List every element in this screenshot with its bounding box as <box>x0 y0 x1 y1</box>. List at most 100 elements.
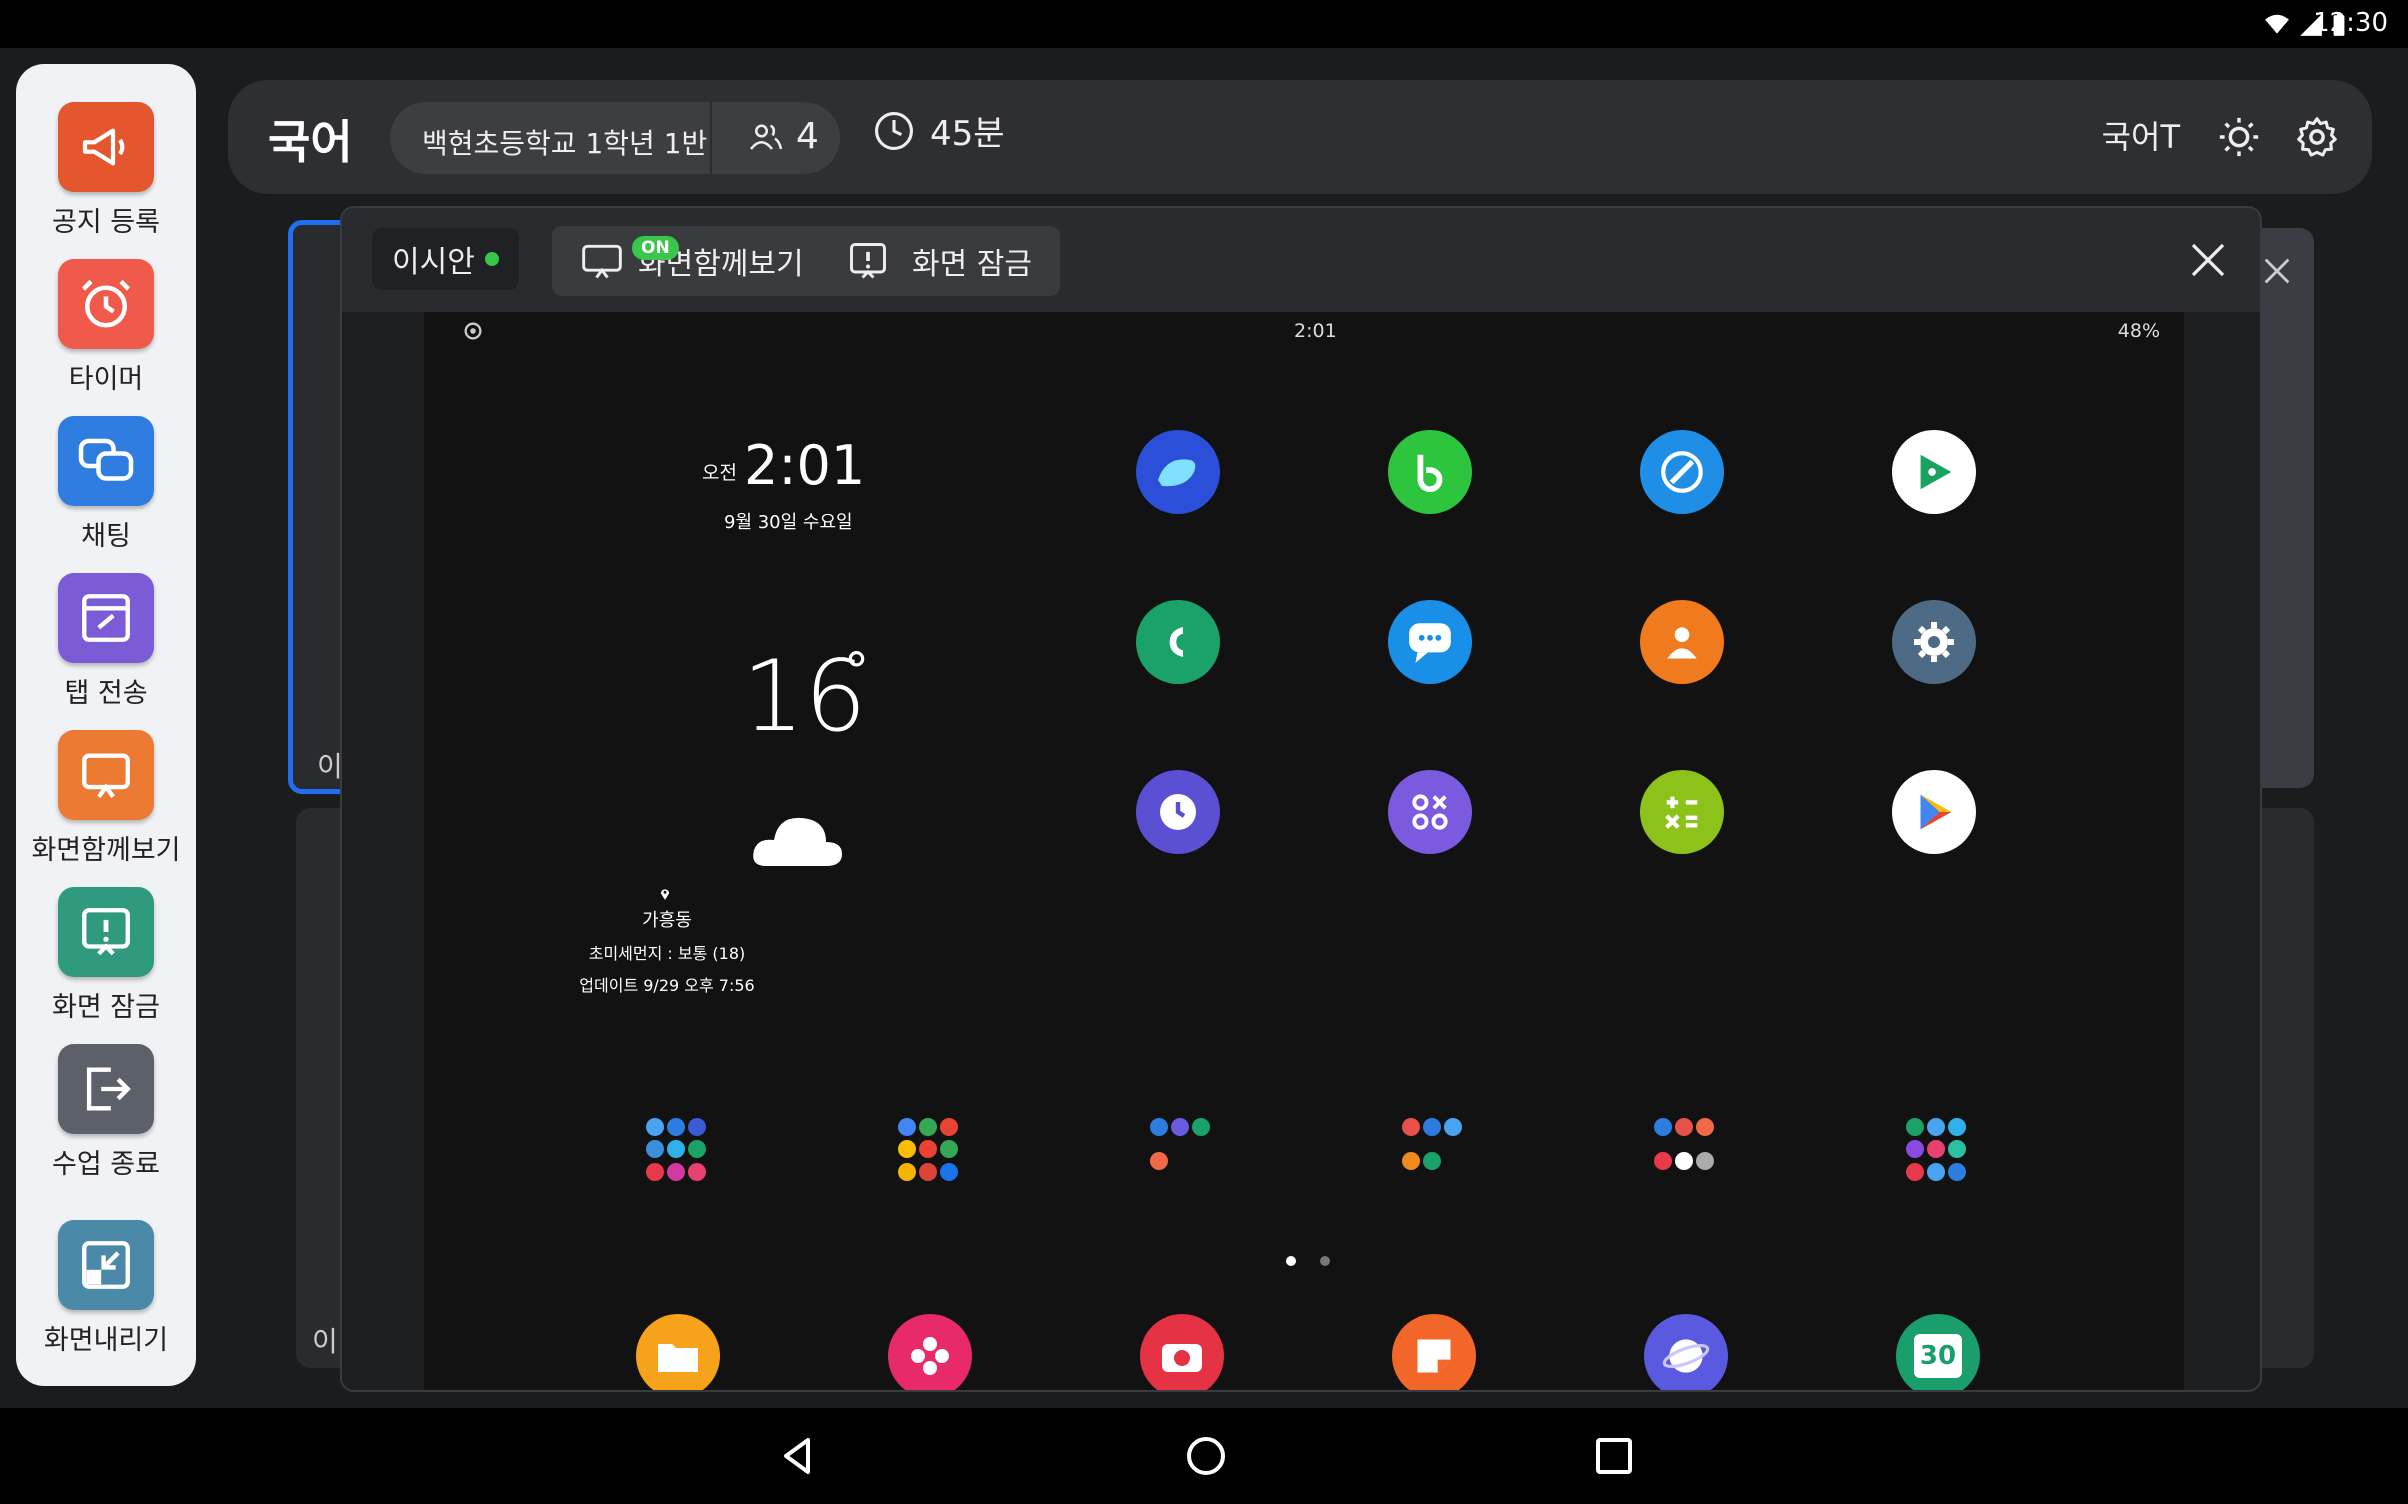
band-icon[interactable] <box>1388 430 1472 514</box>
wifi-icon <box>2265 14 2289 34</box>
screen-lock-icon <box>58 887 154 977</box>
sidebar-item-tab-send[interactable]: 탭 전송 <box>16 573 196 710</box>
student-count-value: 4 <box>796 116 819 157</box>
screen-lock-icon <box>850 243 886 279</box>
back-icon[interactable] <box>774 1432 822 1480</box>
clock-icon <box>875 111 913 150</box>
play-games-icon[interactable] <box>1892 430 1976 514</box>
contacts-icon[interactable] <box>1640 600 1724 684</box>
subject-title: 국어 <box>268 115 353 169</box>
app-folder[interactable] <box>1402 1118 1466 1182</box>
screen-lock-label: 화면 잠금 <box>912 247 1032 282</box>
air-quality: 초미세먼지 : 보통 (18) <box>588 944 746 963</box>
teacher-name[interactable]: 국어T <box>2102 112 2180 158</box>
class-header: 국어 백현초등학교 1학년 1반 4 45분 국어T <box>228 80 2372 194</box>
clock-ampm: 오전 <box>702 462 737 484</box>
brightness-icon[interactable] <box>2216 114 2262 160</box>
messages-icon[interactable] <box>1388 600 1472 684</box>
screen-share-icon <box>58 730 154 820</box>
class-info-pill[interactable]: 백현초등학교 1학년 1반 4 <box>390 102 840 174</box>
student-count: 4 <box>748 116 819 157</box>
sidebar-item-end-class[interactable]: 수업 종료 <box>16 1044 196 1181</box>
sidebar-item-label: 공지 등록 <box>52 207 160 238</box>
on-badge: ON <box>632 236 679 260</box>
status-time: 12:30 <box>2313 8 2388 38</box>
clock-time: 2:01 <box>744 434 866 497</box>
close-icon[interactable] <box>2260 254 2294 288</box>
student-chip: 이시안 <box>372 228 519 290</box>
guitar-app-icon[interactable] <box>1640 430 1724 514</box>
my-files-icon[interactable] <box>636 1314 720 1390</box>
sidebar-item-label: 화면함께보기 <box>31 835 181 866</box>
app-folder[interactable] <box>1654 1118 1718 1182</box>
app-folder[interactable] <box>898 1118 962 1182</box>
settings-app-icon[interactable] <box>1892 600 1976 684</box>
sidebar-item-label: 채팅 <box>81 521 131 552</box>
student-tile-label: 이 <box>317 750 343 783</box>
navigation-bar <box>0 1408 2408 1504</box>
class-duration: 45분 <box>872 106 1005 155</box>
sidebar-item-chat[interactable]: 채팅 <box>16 416 196 553</box>
game-launcher-icon[interactable] <box>1388 770 1472 854</box>
screen-share-icon <box>582 244 622 279</box>
sidebar-item-minimize[interactable]: 화면내리기 <box>16 1220 196 1357</box>
device-battery: 48% <box>2117 320 2160 342</box>
weather-updated: 업데이트 9/29 오후 7:56 <box>579 976 755 995</box>
location-pin-icon <box>660 889 670 900</box>
megaphone-icon <box>58 102 154 192</box>
app-folder[interactable] <box>1906 1118 1970 1182</box>
close-icon[interactable] <box>2188 240 2228 280</box>
settings-icon[interactable] <box>2294 114 2340 160</box>
student-screen-popup: 이시안 ON 화면함께보기 화면 잠금 2:01 48% 오전 2:01 9월 … <box>340 206 2262 1392</box>
app-folder[interactable] <box>646 1118 710 1182</box>
page-indicator-active <box>1286 1256 1296 1266</box>
people-icon <box>749 123 783 150</box>
alarm-clock-icon <box>58 259 154 349</box>
clock-date: 9월 30일 수요일 <box>724 512 853 533</box>
divider <box>710 102 712 174</box>
screen-lock-button[interactable]: 화면 잠금 <box>846 226 1032 296</box>
sidebar-item-label: 화면 잠금 <box>52 992 160 1023</box>
online-status-dot <box>484 252 499 266</box>
calendar-icon[interactable]: 30 <box>1896 1314 1980 1390</box>
clock-app-icon[interactable] <box>1136 770 1220 854</box>
sidebar-item-label: 탭 전송 <box>64 678 148 709</box>
sidebar-item-label: 타이머 <box>68 364 144 395</box>
sidebar-item-label: 수업 종료 <box>52 1149 160 1180</box>
popup-header: 이시안 ON 화면함께보기 화면 잠금 <box>342 208 2260 312</box>
phone-icon[interactable] <box>1136 600 1220 684</box>
camera-icon[interactable] <box>1140 1314 1224 1390</box>
page-indicator <box>1320 1256 1330 1266</box>
gallery-icon[interactable] <box>888 1314 972 1390</box>
sync-icon <box>464 322 482 340</box>
student-device-screen[interactable]: 2:01 48% 오전 2:01 9월 30일 수요일 16 ° 가흥동 초미세… <box>424 312 2184 1390</box>
home-icon[interactable] <box>1182 1432 1230 1480</box>
screen-share-button[interactable]: ON 화면함께보기 <box>580 226 804 296</box>
exit-icon <box>58 1044 154 1134</box>
link-tab-icon <box>58 573 154 663</box>
sidebar-item-screen-share[interactable]: 화면함께보기 <box>16 730 196 867</box>
sidebar-item-timer[interactable]: 타이머 <box>16 259 196 396</box>
popup-actions: ON 화면함께보기 화면 잠금 <box>552 226 1060 296</box>
calendar-day: 30 <box>1914 1334 1962 1378</box>
internet-icon[interactable] <box>1644 1314 1728 1390</box>
weather-location: 가흥동 <box>642 910 692 931</box>
student-tile-label: 이 <box>312 1325 338 1358</box>
status-bar: 12:30 <box>0 0 2408 48</box>
sidebar-item-notice[interactable]: 공지 등록 <box>16 102 196 239</box>
class-name: 백현초등학교 1학년 1반 <box>422 127 708 160</box>
chat-bubbles-icon <box>58 416 154 506</box>
app-folder[interactable] <box>1150 1118 1214 1182</box>
notes-icon[interactable] <box>1392 1314 1476 1390</box>
calculator-icon[interactable] <box>1640 770 1724 854</box>
sidebar: 공지 등록 타이머 채팅 탭 전송 화면함께보기 화면 잠금 수업 종료 화면내… <box>16 64 196 1386</box>
sidebar-item-label: 화면내리기 <box>43 1325 169 1356</box>
sidebar-item-screen-lock[interactable]: 화면 잠금 <box>16 887 196 1024</box>
whale-browser-icon[interactable] <box>1136 430 1220 514</box>
minimize-icon <box>58 1220 154 1310</box>
recents-icon[interactable] <box>1590 1432 1638 1480</box>
device-status-time: 2:01 <box>1294 320 1337 342</box>
play-store-icon[interactable] <box>1892 770 1976 854</box>
cloud-icon <box>753 817 842 866</box>
temperature-degree: ° <box>844 642 869 700</box>
